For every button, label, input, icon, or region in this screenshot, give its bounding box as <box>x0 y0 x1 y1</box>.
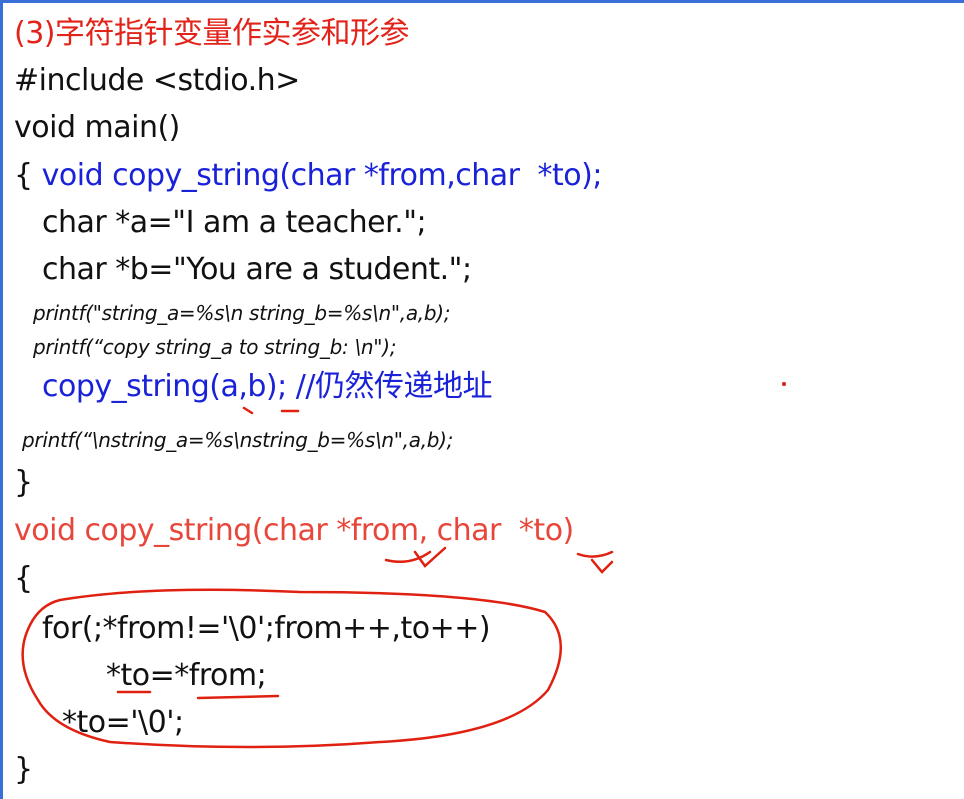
underline-from <box>196 694 280 700</box>
check-from <box>384 546 447 568</box>
dot-mark <box>782 382 786 386</box>
handwritten-annotations <box>21 382 786 749</box>
underline-a <box>242 406 254 415</box>
loop-circle <box>21 588 562 749</box>
check-to <box>576 550 614 574</box>
